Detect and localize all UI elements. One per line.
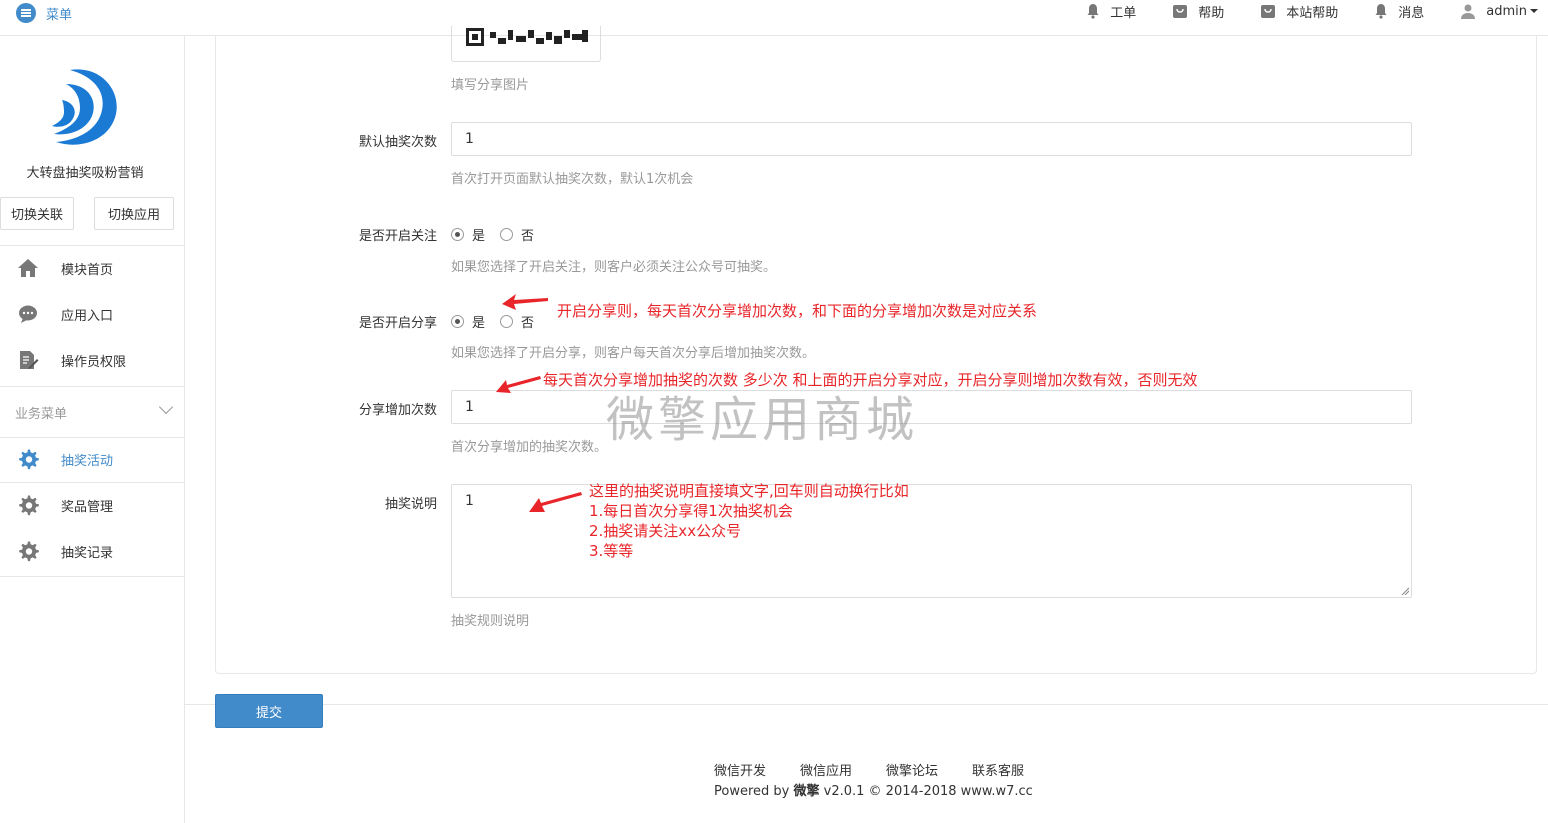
footer-link-wechat-dev[interactable]: 微信开发 <box>714 760 766 779</box>
share-add-help: 首次分享增加的抽奖次数。 <box>451 440 608 455</box>
sidebar-item-lottery-activity[interactable]: 抽奖活动 <box>0 436 185 482</box>
enable-share-yes-radio[interactable] <box>451 315 464 328</box>
menu-icon <box>16 3 36 23</box>
nav-messages[interactable]: 消息 <box>1374 2 1424 21</box>
top-nav: 工单 帮助 本站帮助 消息 admin <box>1050 0 1538 22</box>
gear-icon <box>19 495 39 516</box>
sidebar-item-lottery-records[interactable]: 抽奖记录 <box>0 528 185 574</box>
annotation-share-add: 每天首次分享增加抽奖的次数 多少次 和上面的开启分享对应，开启分享则增加次数有效… <box>543 371 1198 389</box>
annotation-share: 开启分享则，每天首次分享增加次数，和下面的分享增加次数是对应关系 <box>557 302 1038 320</box>
app-name: 大转盘抽奖吸粉营销 <box>26 166 144 181</box>
home-icon <box>18 259 38 277</box>
annotation-arrow-icon <box>529 492 582 512</box>
default-draws-input[interactable]: 1 <box>451 122 1412 156</box>
footer-link-support[interactable]: 联系客服 <box>972 760 1024 779</box>
top-bar: 菜单 工单 帮助 本站帮助 消息 admin <box>0 0 1548 36</box>
enable-share-radio-group: 是 否 <box>451 312 549 331</box>
edit-document-icon <box>20 351 39 369</box>
caret-down-icon <box>1530 9 1538 13</box>
bag-icon <box>1261 5 1276 18</box>
share-add-input[interactable]: 1 <box>451 390 1412 424</box>
nav-ticket[interactable]: 工单 <box>1086 2 1136 21</box>
footer-link-wechat-apps[interactable]: 微信应用 <box>800 760 852 779</box>
default-draws-help: 首次打开页面默认抽奖次数，默认1次机会 <box>451 172 694 187</box>
nav-help[interactable]: 帮助 <box>1172 2 1224 21</box>
chat-icon <box>19 305 37 323</box>
default-draws-label: 默认抽奖次数 <box>358 135 437 150</box>
gear-icon <box>19 449 39 470</box>
switch-link-button[interactable]: 切换关联 <box>0 197 74 230</box>
annotation-description: 这里的抽奖说明直接填文字,回车则自动换行比如 1.每日首次分享得1次抽奖机会 2… <box>589 482 909 560</box>
sidebar-item-app-entry[interactable]: 应用入口 <box>0 291 185 337</box>
nav-site-help[interactable]: 本站帮助 <box>1260 2 1338 21</box>
menu-toggle[interactable]: 菜单 <box>16 2 72 24</box>
nav-user[interactable]: admin <box>1460 3 1538 19</box>
business-menu-title: 业务菜单 <box>15 407 68 422</box>
share-image-preview[interactable] <box>451 26 601 62</box>
description-help: 抽奖规则说明 <box>451 614 530 629</box>
footer-links: 微信开发 微信应用 微擎论坛 联系客服 <box>714 760 1058 779</box>
watermark: 微擎应用商城 <box>606 392 919 448</box>
resize-handle-icon[interactable] <box>1401 587 1409 595</box>
bell-icon <box>1375 4 1387 19</box>
share-image-help: 填写分享图片 <box>451 78 530 93</box>
bag-icon <box>1173 5 1188 18</box>
enable-share-help: 如果您选择了开启分享，则客户每天首次分享后增加抽奖次数。 <box>451 346 816 361</box>
chevron-down-icon[interactable] <box>158 399 174 415</box>
qr-code-image <box>466 28 588 46</box>
gear-icon <box>19 541 39 562</box>
app-logo <box>52 69 117 145</box>
description-label: 抽奖说明 <box>384 497 437 512</box>
user-icon <box>1461 4 1476 19</box>
annotation-arrow-icon <box>496 376 541 393</box>
enable-share-label: 是否开启分享 <box>358 316 437 331</box>
bell-icon <box>1087 4 1099 19</box>
enable-follow-radio-group: 是 否 <box>451 225 549 244</box>
enable-follow-help: 如果您选择了开启关注，则客户必须关注公众号可抽奖。 <box>451 260 777 275</box>
enable-follow-yes-radio[interactable] <box>451 228 464 241</box>
sidebar-item-operator-permission[interactable]: 操作员权限 <box>0 337 185 383</box>
enable-follow-label: 是否开启关注 <box>358 229 437 244</box>
menu-label: 菜单 <box>46 7 73 23</box>
annotation-arrow-icon <box>502 294 548 310</box>
submit-button[interactable]: 提交 <box>215 694 323 728</box>
enable-follow-no-radio[interactable] <box>500 228 514 241</box>
copyright: Powered by 微擎 v2.0.1 © 2014-2018 www.w7.… <box>714 784 1033 799</box>
share-add-label: 分享增加次数 <box>358 403 437 418</box>
footer-link-forum[interactable]: 微擎论坛 <box>886 760 938 779</box>
switch-app-button[interactable]: 切换应用 <box>94 197 174 230</box>
sidebar-item-module-home[interactable]: 模块首页 <box>0 245 185 291</box>
sidebar: 大转盘抽奖吸粉营销 切换关联 切换应用 模块首页 应用入口 操作员权限 业务菜单… <box>0 36 185 823</box>
enable-share-no-radio[interactable] <box>500 315 514 328</box>
sidebar-item-prize-management[interactable]: 奖品管理 <box>0 482 185 528</box>
